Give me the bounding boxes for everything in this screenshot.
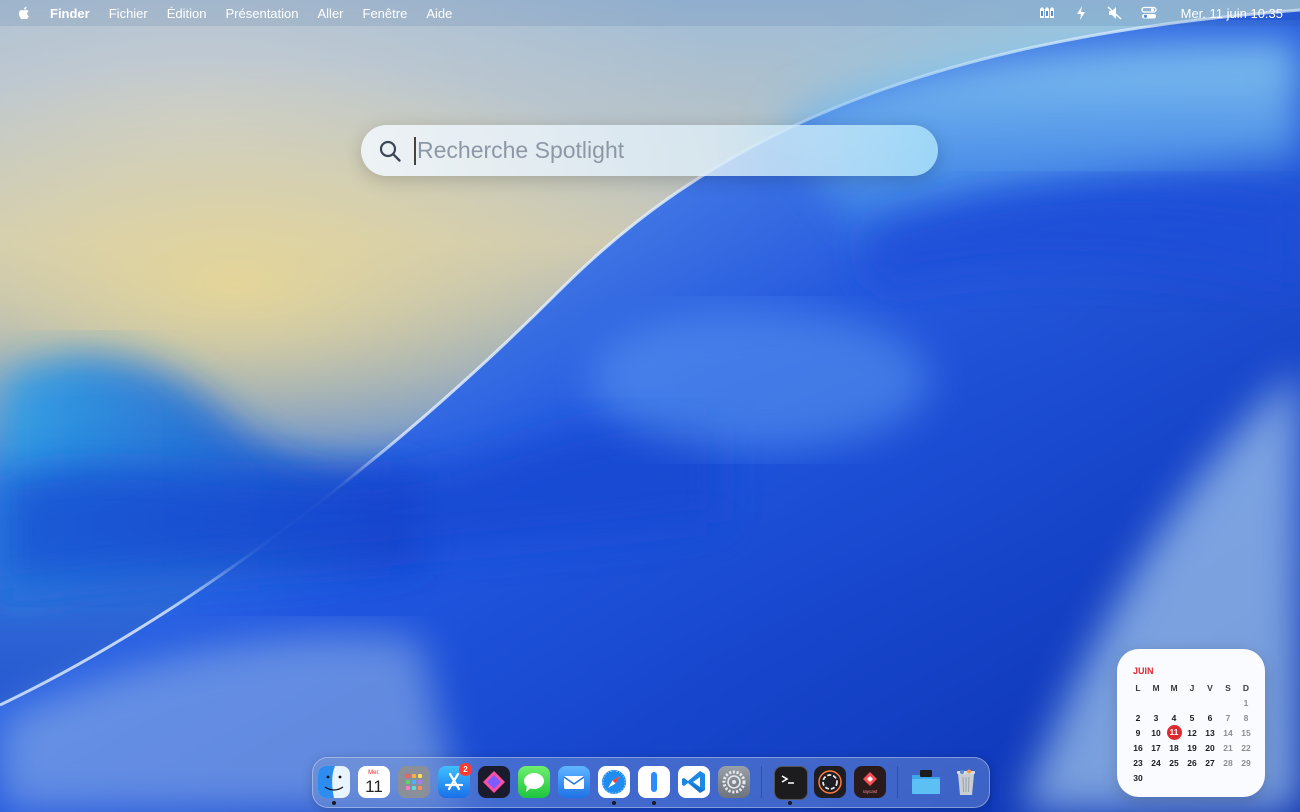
calendar-day: 25 [1169,757,1179,768]
calendar-day-today: 11 [1165,725,1183,740]
mute-icon[interactable] [1107,5,1123,21]
calendar-day: 29 [1241,757,1251,768]
calendar-day: 2 [1135,712,1141,723]
dock-trash-icon[interactable] [950,766,982,798]
menu-app-name[interactable]: Finder [50,6,90,21]
dock-separator [761,766,762,798]
calendar-day: 22 [1241,742,1251,753]
battery-charging-icon[interactable] [1073,5,1089,21]
calendar-week-row: 23 24 25 26 27 28 29 [1129,755,1262,770]
calendar-widget-month: JUIN [1133,666,1154,676]
menu-aller[interactable]: Aller [318,6,344,21]
calendar-week-row: 9 10 11 12 13 14 15 [1129,725,1262,740]
menu-edition[interactable]: Édition [167,6,207,21]
calendar-week-row: 2 3 4 5 6 7 8 [1129,710,1262,725]
weekday-label: M [1152,682,1160,693]
running-indicator [652,801,656,805]
calendar-day: 23 [1133,757,1143,768]
calendar-day: 9 [1135,727,1141,738]
dock-terminal-icon[interactable] [774,766,808,800]
calendar-week-row: 1 [1129,695,1262,710]
dock-calendar-date: 11 [365,776,383,796]
dock-raycast-icon[interactable]: raycast [854,766,886,798]
dock-raycast-label: raycast [862,789,878,794]
search-icon [378,139,402,163]
menu-bar-left: Finder Fichier Édition Présentation Alle… [0,5,471,21]
calendar-day: 21 [1223,742,1233,753]
calendar-day: 3 [1153,712,1159,723]
menu-bar: Finder Fichier Édition Présentation Alle… [0,0,1300,26]
dock-messages-icon[interactable] [518,766,550,798]
dock-safari-icon[interactable] [598,766,630,798]
weekday-label: S [1225,682,1231,693]
weekday-label: V [1207,682,1213,693]
menu-fenetre[interactable]: Fenêtre [363,6,408,21]
dock-vscode-icon[interactable] [678,766,710,798]
calendar-day: 7 [1225,712,1231,723]
menu-fichier[interactable]: Fichier [109,6,148,21]
calendar-day: 6 [1207,712,1213,723]
dock-chatgpt-icon[interactable] [814,766,846,798]
calendar-day: 1 [1243,697,1249,708]
menu-bar-clock[interactable]: Mer. 11 juin 10:35 [1181,6,1283,21]
calendar-day: 24 [1151,757,1161,768]
menu-presentation[interactable]: Présentation [226,6,299,21]
calendar-week-row: 30 [1129,770,1262,785]
dock-finder-icon[interactable] [318,766,350,798]
dock-launchpad-icon[interactable] [398,766,430,798]
calendar-day: 8 [1243,712,1249,723]
calendar-day: 16 [1133,742,1143,753]
dock-separator [897,766,898,798]
weekday-label: M [1170,682,1178,693]
dock-calendar-icon[interactable]: Mer. 11 [358,766,390,798]
apple-icon[interactable] [16,5,32,21]
calendar-day: 5 [1189,712,1195,723]
menu-bar-status: Mer. 11 juin 10:35 [1021,5,1300,21]
calendar-day: 4 [1171,712,1177,723]
spotlight-search-bar[interactable] [361,125,938,176]
calendar-day: 18 [1169,742,1179,753]
calendar-weekday-row: L M M J V S D [1129,680,1262,695]
calendar-day: 12 [1187,727,1197,738]
weekday-label: D [1242,682,1250,693]
spotlight-search-input[interactable] [417,137,897,164]
running-indicator [788,801,792,805]
dock-shortcuts-icon[interactable] [478,766,510,798]
calendar-day: 27 [1205,757,1215,768]
running-indicator [612,801,616,805]
dock-downloads-folder-icon[interactable] [910,766,942,798]
dock-mail-icon[interactable] [558,766,590,798]
dock-system-settings-icon[interactable] [718,766,750,798]
calendar-day: 19 [1187,742,1197,753]
weekday-label: L [1135,682,1141,693]
desktop-wallpaper [0,0,1300,812]
calendar-day: 14 [1223,727,1233,738]
calendar-day: 17 [1151,742,1161,753]
calendar-widget[interactable]: JUIN L M M J V S D 1 2 3 4 5 6 7 8 9 10 … [1117,649,1265,797]
cast-icon[interactable] [1039,5,1055,21]
calendar-day: 20 [1205,742,1215,753]
menu-aide[interactable]: Aide [426,6,452,21]
app-store-notification-badge: 2 [459,763,472,776]
calendar-day: 15 [1241,727,1251,738]
weekday-label: J [1189,682,1195,693]
calendar-day: 28 [1223,757,1233,768]
control-center-icon[interactable] [1140,5,1157,21]
calendar-day: 30 [1133,772,1143,783]
calendar-widget-grid: L M M J V S D 1 2 3 4 5 6 7 8 9 10 11 12… [1129,680,1262,785]
dock-calendar-day-label: Mer. [368,769,380,776]
calendar-day: 10 [1151,727,1161,738]
calendar-day: 26 [1187,757,1197,768]
today-marker: 11 [1166,725,1182,740]
running-indicator [332,801,336,805]
dock-notes-icon[interactable] [638,766,670,798]
dock: Mer. 11 raycast [312,757,990,808]
calendar-day: 13 [1205,727,1215,738]
calendar-week-row: 16 17 18 19 20 21 22 [1129,740,1262,755]
text-caret [414,136,416,165]
